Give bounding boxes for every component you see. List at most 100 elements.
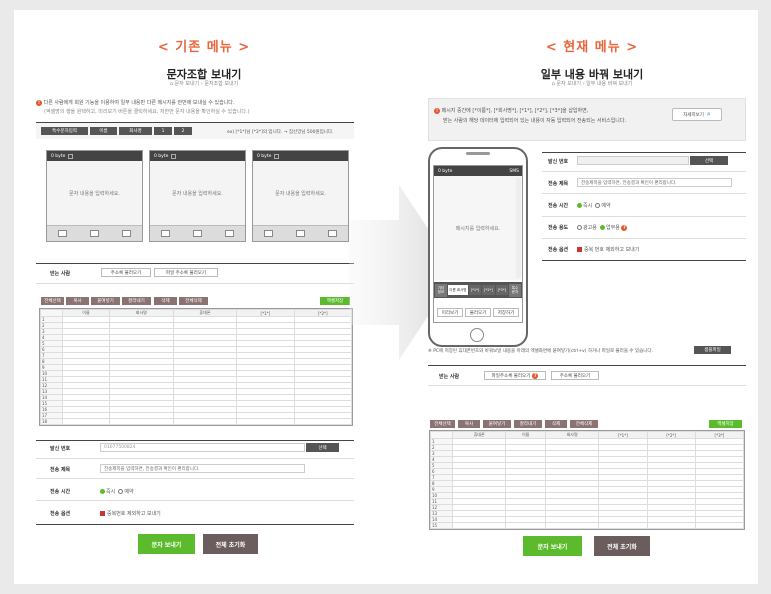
grid-cell[interactable] xyxy=(451,528,507,529)
grid-cell[interactable] xyxy=(694,528,744,529)
store-button[interactable]: 저장하기 xyxy=(493,308,519,317)
close-icon[interactable] xyxy=(68,153,74,159)
close-icon[interactable] xyxy=(171,153,177,159)
insert-2-tab[interactable]: [*2*] xyxy=(482,285,495,295)
select-sender-button[interactable]: 선택 xyxy=(306,443,339,452)
message-box-2[interactable]: 0 byte 문자 내용을 입력하세요. xyxy=(149,150,246,242)
detail-view-button[interactable]: 자세히보기 ⌕ xyxy=(672,108,722,121)
insert-1-tab[interactable]: [*1*] xyxy=(468,285,482,295)
radio-reserve[interactable] xyxy=(595,203,601,208)
load-file-addressbook-button[interactable]: 파일주소록 불러오기? xyxy=(484,371,546,380)
name-company-tab[interactable]: 이름 회사명 xyxy=(448,285,468,295)
subject-input[interactable]: 전송제목을 입력하면, 전송결과 확인이 편리합니다. xyxy=(100,464,305,473)
paste-button[interactable]: 붙여넣기 xyxy=(483,420,511,428)
send-time-options[interactable]: 즉시 예약 xyxy=(100,488,134,495)
folder-icon[interactable] xyxy=(295,230,305,237)
message-input[interactable]: 문자 내용을 입력하세요. xyxy=(150,161,245,225)
help-icon[interactable]: ? xyxy=(532,372,539,379)
send-time-label: 전송 시간 xyxy=(548,203,569,209)
send-message-button[interactable]: 문자 보내기 xyxy=(523,536,582,556)
grid-column-header xyxy=(430,431,453,439)
radio-reserve[interactable] xyxy=(118,489,124,494)
paste-button[interactable]: 붙여넣기 xyxy=(91,297,120,305)
image-icon[interactable] xyxy=(161,230,171,237)
message-box-3[interactable]: 0 byte 문자 내용을 입력하세요. xyxy=(252,150,349,242)
purpose-options[interactable]: 광고용 업무용 ? xyxy=(577,224,628,231)
recipient-grid[interactable]: 이름 회사명 휴대폰 [*1*] [*2*] 1 2 3 4 5 6 7 8 9 10 11 12 13 14 15… xyxy=(39,308,353,426)
excel-save-button[interactable]: 엑셀저장 xyxy=(709,420,742,428)
grid-cell[interactable] xyxy=(544,528,600,529)
folder-icon[interactable] xyxy=(89,230,99,237)
delete-button[interactable]: 삭제 xyxy=(545,420,567,428)
dedupe-checkbox[interactable] xyxy=(100,511,105,516)
message-input[interactable]: 문자 내용을 입력하세요. xyxy=(253,161,348,225)
close-icon[interactable] xyxy=(274,153,280,159)
grid-cell[interactable] xyxy=(598,528,648,529)
grid-cell[interactable] xyxy=(172,424,238,425)
special-char-tab[interactable]: 특수 문자 xyxy=(509,283,521,297)
dedupe-option[interactable]: 중복번호 제외하고 보내기 xyxy=(100,510,161,517)
insert-2-button[interactable]: 2 xyxy=(174,127,192,135)
grid-cell[interactable] xyxy=(646,528,696,529)
radio-now[interactable] xyxy=(577,203,582,208)
select-all-button[interactable]: 전체선택 xyxy=(41,297,64,305)
message-box-1[interactable]: 0 byte 문자 내용을 입력하세요. xyxy=(46,150,143,242)
save-icon[interactable] xyxy=(327,230,337,237)
folder-icon[interactable] xyxy=(192,230,202,237)
divider xyxy=(542,216,746,217)
radio-ad[interactable] xyxy=(577,225,582,230)
load-addressbook-button[interactable]: 주소록 불러오기 xyxy=(101,268,151,277)
subject-input[interactable]: 전송제목을 입력하면, 전송결과 확인이 편리합니다. xyxy=(577,178,732,187)
etc-info-tab[interactable]: 기타 정보 xyxy=(435,283,447,297)
send-message-button[interactable]: 문자 보내기 xyxy=(138,534,195,554)
dedupe-checkbox[interactable] xyxy=(577,247,582,252)
reset-all-button[interactable]: 전체 초기화 xyxy=(594,536,650,556)
grid-header-row: 이름 회사명 휴대폰 [*1*] [*2*] xyxy=(40,309,352,317)
save-icon[interactable] xyxy=(224,230,234,237)
insert-company-button[interactable]: 회사명 xyxy=(119,127,152,135)
radio-now[interactable] xyxy=(100,489,105,494)
image-icon[interactable] xyxy=(58,230,68,237)
grid-cell[interactable] xyxy=(293,424,352,425)
sender-number-field[interactable] xyxy=(577,156,689,165)
load-addressbook-button[interactable]: 주소록 불러오기 xyxy=(551,371,599,380)
excel-save-button[interactable]: 엑셀저장 xyxy=(320,297,350,305)
sender-number-field[interactable]: 01077500824 xyxy=(100,443,305,452)
copy-button[interactable]: 복사 xyxy=(66,297,89,305)
delete-button[interactable]: 삭제 xyxy=(154,297,177,305)
load-file-addressbook-button[interactable]: 파일 주소록 불러오기 xyxy=(154,268,218,277)
select-all-button[interactable]: 전체선택 xyxy=(430,420,455,428)
delete-all-button[interactable]: 전체삭제 xyxy=(179,297,208,305)
sample-file-button[interactable]: 샘플파일 xyxy=(694,346,731,354)
help-icon[interactable]: ? xyxy=(621,224,628,231)
copy-button[interactable]: 복사 xyxy=(458,420,480,428)
phone-scrollbar[interactable] xyxy=(516,178,521,278)
message-input[interactable]: 문자 내용을 입력하세요. xyxy=(47,161,142,225)
table-row[interactable]: 16 xyxy=(430,528,744,529)
grid-column-header: 회사명 xyxy=(544,431,600,439)
select-sender-button[interactable]: 선택 xyxy=(690,156,728,165)
grid-cell[interactable] xyxy=(62,424,110,425)
insert-name-button[interactable]: 이름 xyxy=(90,127,117,135)
special-char-button[interactable]: 특수문자입력 xyxy=(41,127,88,135)
divider xyxy=(542,152,746,153)
insert-1-button[interactable]: 1 xyxy=(154,127,172,135)
radio-business[interactable] xyxy=(600,225,605,230)
table-row[interactable]: 19 xyxy=(40,424,352,425)
recipient-grid[interactable]: 휴대폰 이름 회사명 [*1*] [*2*] [*3*] 1 2 3 4 5 6 7 8 9 10 11 12 1… xyxy=(429,430,745,530)
delete-all-button[interactable]: 전체삭제 xyxy=(570,420,598,428)
dedupe-option[interactable]: 중복 번호 제외하고 보내기 xyxy=(577,246,639,253)
grid-cell[interactable] xyxy=(505,528,546,529)
save-icon[interactable] xyxy=(121,230,131,237)
load-button[interactable]: 불러오기 xyxy=(465,308,491,317)
preview-button[interactable]: 미리보기 xyxy=(437,308,463,317)
cut-button[interactable]: 잘라내기 xyxy=(122,297,151,305)
reset-all-button[interactable]: 전체 초기화 xyxy=(203,534,258,554)
cut-button[interactable]: 잘라내기 xyxy=(514,420,542,428)
image-icon[interactable] xyxy=(264,230,274,237)
grid-cell[interactable] xyxy=(108,424,174,425)
grid-cell[interactable] xyxy=(236,424,295,425)
insert-3-tab[interactable]: [*3*] xyxy=(495,285,508,295)
phone-message-input[interactable]: 메시지를 입력하세요. xyxy=(434,176,522,280)
send-time-options[interactable]: 즉시 예약 xyxy=(577,202,611,209)
